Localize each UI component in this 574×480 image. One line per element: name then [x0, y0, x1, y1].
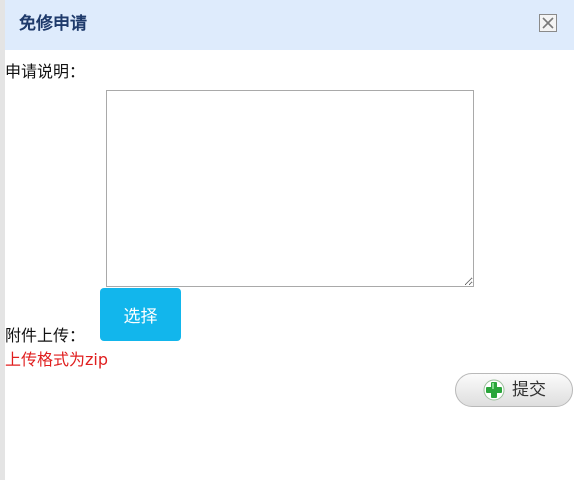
- format-hint: 上传格式为zip: [5, 350, 109, 369]
- close-button[interactable]: [539, 14, 557, 32]
- submit-button-label: 提交: [512, 380, 546, 400]
- submit-button[interactable]: 提交: [455, 373, 573, 407]
- green-plus-icon: [483, 379, 505, 401]
- close-icon: [542, 17, 554, 29]
- description-textarea[interactable]: [106, 90, 474, 287]
- description-label: 申请说明：: [5, 62, 86, 81]
- choose-file-button[interactable]: 选择: [100, 288, 181, 341]
- dialog-title: 免修申请: [19, 14, 87, 34]
- exemption-dialog: 免修申请 申请说明： 附件上传： 选择 上传格式为zip 提交: [5, 0, 574, 480]
- dialog-titlebar: 免修申请: [5, 0, 574, 50]
- attachment-label: 附件上传：: [5, 326, 86, 345]
